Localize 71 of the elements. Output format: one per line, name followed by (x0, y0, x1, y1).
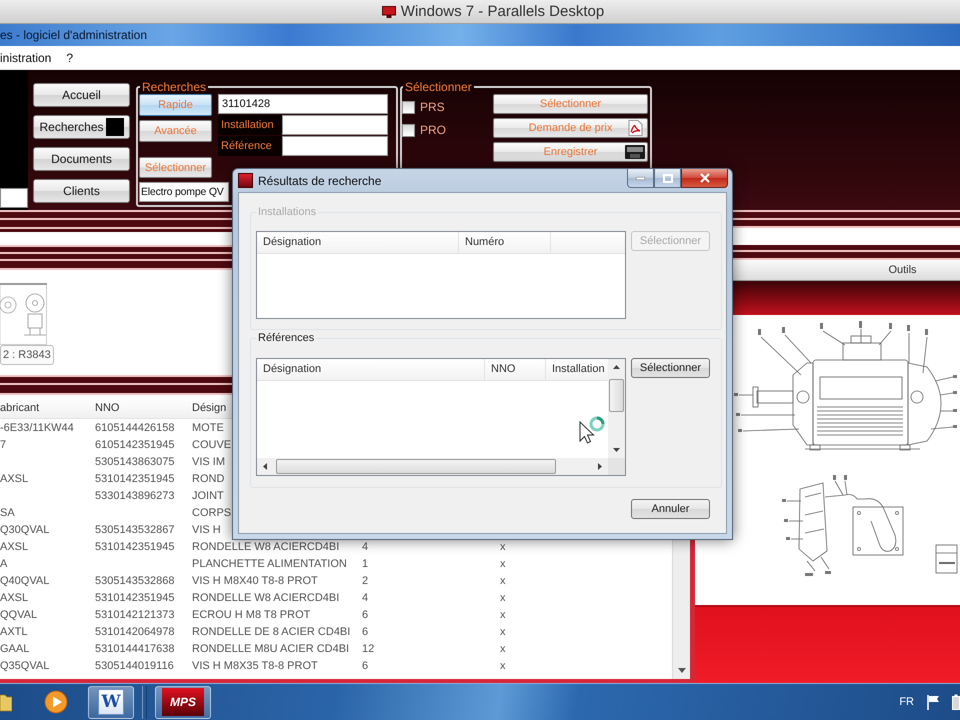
table-cell: VIS H M8X35 T8-8 PROT (192, 660, 318, 672)
table-cell: 6 (362, 608, 368, 620)
table-cell: 4 (362, 540, 368, 552)
table-cell: 5305144019116 (95, 660, 174, 672)
table-cell: MOTE (192, 422, 224, 434)
table-cell: 5305143532867 (95, 524, 175, 536)
table-cell: 5305143863075 (95, 456, 175, 468)
table-cell: Q35QVAL (0, 660, 50, 672)
table-cell: x (500, 592, 506, 604)
checkbox-label: PRS (420, 100, 445, 114)
table-cell: -6E33/11KW44 (0, 422, 74, 434)
table-cell: 12 (362, 642, 374, 654)
table-cell: x (500, 660, 506, 672)
group-title: Recherches (141, 80, 208, 94)
table-cell: AXSL (0, 472, 28, 484)
dialog-title: Résultats de recherche (258, 174, 382, 188)
table-cell: A (0, 558, 8, 570)
table-cell: 5310144417638 (95, 642, 175, 654)
table-cell: SA (0, 506, 15, 518)
table-cell: AXSL (0, 540, 28, 552)
table-cell: x (500, 574, 506, 586)
table-cell: RONDELLE DE 8 ACIER CD4BI (192, 626, 350, 638)
table-cell: x (500, 558, 506, 570)
window-title: es - logiciel d'administration (0, 28, 148, 42)
table-cell: 6105142351945 (95, 438, 175, 450)
table-cell: x (500, 540, 506, 552)
table-cell: x (500, 608, 506, 620)
group-title: Installations (257, 206, 318, 218)
table-cell: AXSL (0, 592, 28, 604)
table-cell: Q30QVAL (0, 524, 50, 536)
table-cell: 5310142121373 (95, 608, 175, 620)
table-cell: ECROU H M8 T8 PROT (192, 608, 310, 620)
table-cell: CORPS (192, 506, 232, 518)
table-cell: GAAL (0, 642, 30, 654)
table-cell: 1 (362, 558, 368, 570)
checkbox-label: PRO (420, 123, 446, 137)
table-cell: 5330143896273 (95, 490, 175, 502)
table-cell: 5310142351945 (95, 592, 175, 604)
table-cell: 5310142351945 (95, 540, 175, 552)
group-title: Sélectionner (404, 80, 473, 94)
table-cell: 5305143532868 (95, 574, 175, 586)
table-cell: 4 (362, 592, 368, 604)
table-cell: RONDELLE M8U ACIER CD4BI (192, 642, 350, 654)
table-cell: PLANCHETTE ALIMENTATION (192, 558, 347, 570)
table-cell: AXTL (0, 626, 28, 638)
table-cell: VIS H (192, 524, 221, 536)
table-cell: 6 (362, 660, 368, 672)
table-cell: VIS H M8X40 T8-8 PROT (192, 574, 318, 586)
table-cell: 7 (0, 438, 6, 450)
table-cell: QQVAL (0, 608, 38, 620)
table-cell: 6105144426158 (95, 422, 175, 434)
table-cell: 5310142351945 (95, 472, 175, 484)
table-cell: 5310142064978 (95, 626, 175, 638)
table-cell: RONDELLE W8 ACIERCD4BI (192, 592, 340, 604)
table-cell: 2 (362, 574, 368, 586)
table-cell: COUVE (192, 438, 232, 450)
table-cell: 6 (362, 626, 368, 638)
table-cell: VIS IM (192, 456, 226, 468)
table-cell: JOINT (192, 490, 224, 502)
group-title: Références (257, 332, 316, 344)
field-label: Installation (220, 119, 275, 131)
app-logo: W (98, 689, 124, 715)
field-label: Référence (220, 140, 273, 152)
table-cell: Q40QVAL (0, 574, 50, 586)
thumbnail-caption: 2 : R3843 (0, 345, 54, 365)
window-title: Windows 7 - Parallels Desktop (400, 3, 604, 20)
table-cell: x (500, 626, 506, 638)
app-logo: MPS (162, 688, 204, 716)
table-cell: ROND (192, 472, 224, 484)
table-cell: RONDELLE W8 ACIERCD4BI (192, 540, 340, 552)
table-cell: x (500, 642, 506, 654)
